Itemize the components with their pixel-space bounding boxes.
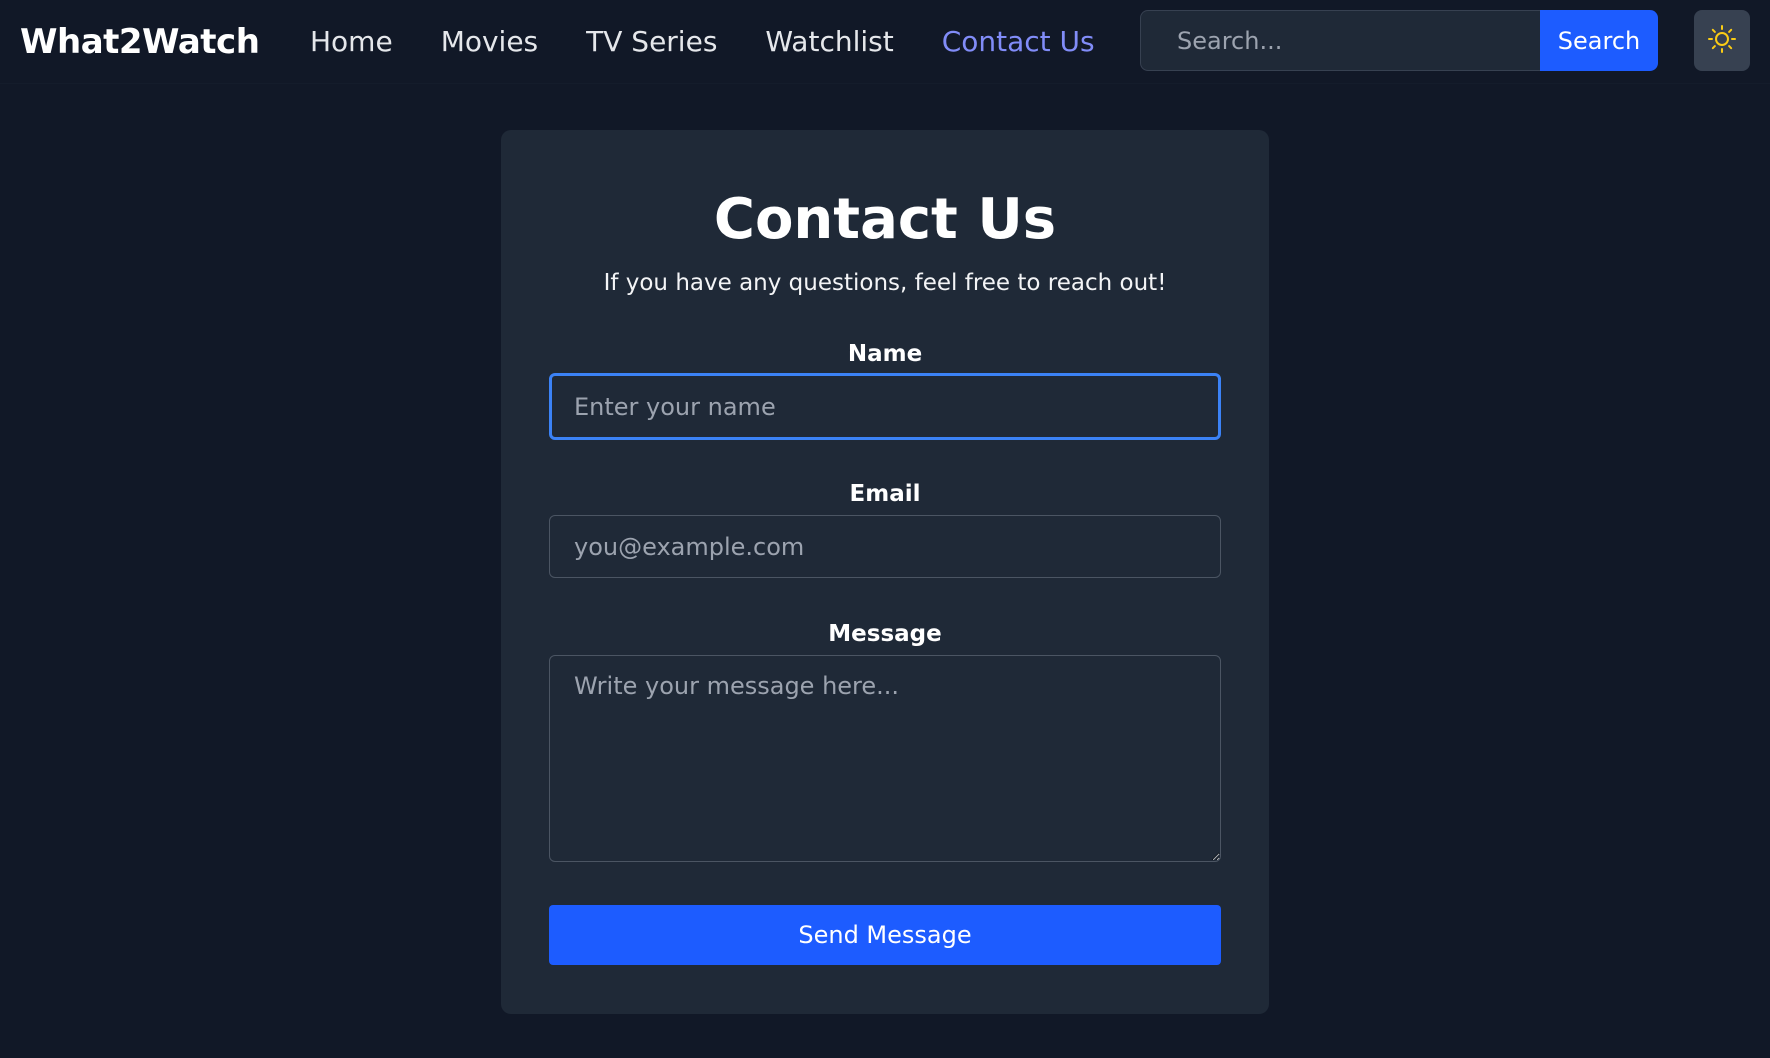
nav-link-movies[interactable]: Movies (441, 20, 538, 64)
page-subtitle: If you have any questions, feel free to … (603, 270, 1167, 296)
search-button[interactable]: Search (1540, 10, 1658, 71)
brand-logo[interactable]: What2Watch (20, 20, 260, 64)
email-label: Email (849, 481, 921, 507)
contact-card: Contact Us If you have any questions, fe… (501, 130, 1269, 1014)
nav-link-contact-us[interactable]: Contact Us (942, 20, 1095, 64)
nav-link-home[interactable]: Home (310, 20, 393, 64)
email-field[interactable] (549, 515, 1221, 578)
navbar: What2Watch Home Movies TV Series Watchli… (0, 0, 1770, 84)
message-textarea[interactable] (549, 655, 1221, 862)
name-field[interactable] (549, 373, 1221, 440)
theme-toggle-button[interactable] (1694, 10, 1750, 71)
send-message-button[interactable]: Send Message (549, 905, 1221, 965)
search-input[interactable] (1140, 10, 1540, 71)
nav-links: Home Movies TV Series Watchlist Contact … (310, 20, 1143, 64)
sun-icon (1707, 24, 1737, 57)
search-bar: Search (1140, 10, 1658, 71)
nav-link-tv-series[interactable]: TV Series (586, 20, 717, 64)
nav-link-watchlist[interactable]: Watchlist (765, 20, 893, 64)
name-label: Name (847, 341, 923, 367)
page-title: Contact Us (713, 187, 1057, 252)
message-label: Message (828, 621, 942, 647)
